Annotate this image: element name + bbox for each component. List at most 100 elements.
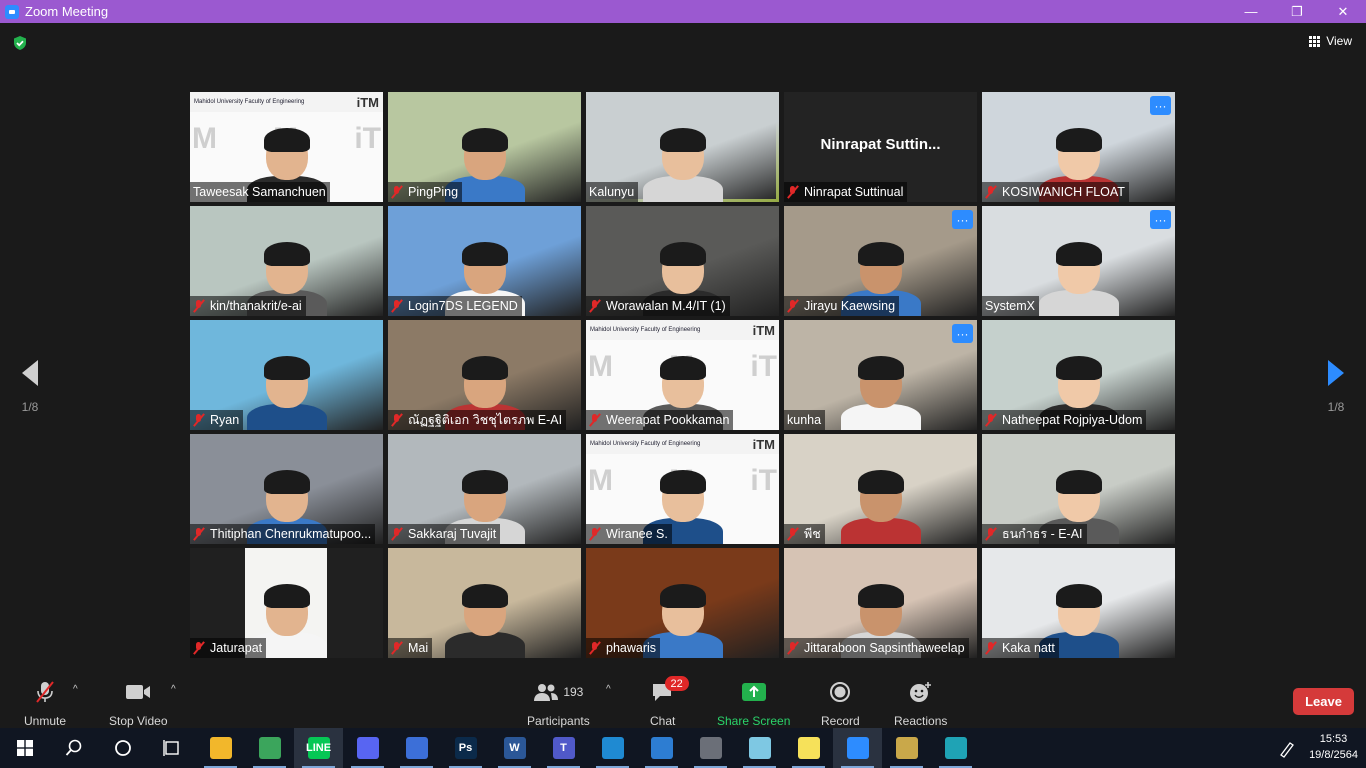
taskbar-app-button[interactable]: Ps [441, 728, 490, 768]
more-options-icon[interactable]: ··· [1150, 210, 1171, 229]
taskbar-app-button[interactable] [735, 728, 784, 768]
participant-name-label: Kaka natt [982, 638, 1059, 658]
taskbar-app-button[interactable] [245, 728, 294, 768]
participant-tile[interactable]: Mahidol University Faculty of Engineerin… [190, 92, 383, 202]
university-logo-text: Mahidol University Faculty of Engineerin… [194, 99, 305, 105]
taskbar-app-button[interactable]: W [490, 728, 539, 768]
participant-name: KOSIWANICH FLOAT [1002, 185, 1125, 199]
participant-tile[interactable]: ธนกำธร - E-AI [982, 434, 1175, 544]
todo-icon [405, 737, 428, 759]
participant-tile[interactable]: ··· SystemX [982, 206, 1175, 316]
task-view-button[interactable] [147, 728, 196, 768]
taskbar-app-button[interactable] [833, 728, 882, 768]
participants-label: Participants [527, 714, 590, 728]
microphone-muted-icon [391, 527, 403, 541]
participant-tile[interactable]: ··· KOSIWANICH FLOAT [982, 92, 1175, 202]
unmute-label: Unmute [24, 714, 67, 728]
taskbar-app-button[interactable] [196, 728, 245, 768]
participant-name-label: Weerapat Pookkaman [586, 410, 734, 430]
video-options-caret[interactable]: ^ [171, 684, 176, 695]
cortana-button[interactable] [98, 728, 147, 768]
participant-tile[interactable]: kin/thanakrit/e-ai [190, 206, 383, 316]
taskbar-clock[interactable]: 15:53 19/8/2564 [1309, 731, 1358, 763]
participant-tile[interactable]: ··· Jirayu Kaewsing [784, 206, 977, 316]
participant-tile[interactable]: Kaka natt [982, 548, 1175, 658]
participant-tile[interactable]: พีช [784, 434, 977, 544]
unmute-button[interactable]: Unmute [24, 680, 66, 728]
search-button[interactable] [49, 728, 98, 768]
minimize-button[interactable]: — [1228, 0, 1274, 23]
more-options-icon[interactable]: ··· [952, 210, 973, 229]
participant-tile[interactable]: Ninrapat Suttin... Ninrapat Suttinual [784, 92, 977, 202]
restore-button[interactable]: ❐ [1274, 0, 1320, 23]
taskbar-app-button[interactable] [392, 728, 441, 768]
microphone-muted-icon [985, 641, 997, 655]
cortana-circle-icon [114, 740, 131, 756]
chat-button[interactable]: 22 Chat [650, 676, 689, 728]
leave-button[interactable]: Leave [1293, 688, 1354, 715]
participant-tile[interactable]: Jaturapat [190, 548, 383, 658]
participant-tile[interactable]: Worawalan M.4/IT (1) [586, 206, 779, 316]
participant-name-label: Thitiphan Chenrukmatupoo... [190, 524, 376, 544]
microphone-muted-icon [787, 527, 799, 541]
participant-tile[interactable]: ณัฏฐฐิติเอก วิชชุไตรภพ E-AI [388, 320, 581, 430]
reactions-button[interactable]: Reactions [894, 680, 947, 728]
more-options-icon[interactable]: ··· [1150, 96, 1171, 115]
audio-options-caret[interactable]: ^ [73, 684, 78, 695]
taskbar-app-button[interactable] [931, 728, 980, 768]
participant-tile[interactable]: Mahidol University Faculty of Engineerin… [586, 434, 779, 544]
share-screen-icon [741, 683, 766, 701]
participant-tile[interactable]: Sakkaraj Tuvajit [388, 434, 581, 544]
participant-name: ธนกำธร - E-AI [1002, 527, 1083, 541]
video-grid: Mahidol University Faculty of Engineerin… [190, 92, 1175, 658]
participant-tile[interactable]: Login7DS LEGEND [388, 206, 581, 316]
start-button[interactable] [0, 728, 49, 768]
more-options-icon[interactable]: ··· [952, 324, 973, 343]
participant-tile[interactable]: ··· kunha [784, 320, 977, 430]
taskbar-app-button[interactable]: LINE [294, 728, 343, 768]
participant-tile[interactable]: Ryan [190, 320, 383, 430]
participant-tile[interactable]: phawaris [586, 548, 779, 658]
chat-label: Chat [650, 714, 676, 728]
taskbar-app-button[interactable] [588, 728, 637, 768]
record-button[interactable]: Record [821, 680, 860, 728]
close-button[interactable]: ✕ [1320, 0, 1366, 23]
view-button[interactable]: View [1309, 34, 1352, 48]
participant-tile[interactable]: PingPing [388, 92, 581, 202]
participant-figure [444, 580, 525, 658]
participants-options-caret[interactable]: ^ [606, 684, 611, 695]
participant-tile[interactable]: Jittaraboon Sapsinthaweelap [784, 548, 977, 658]
participant-name: Kalunyu [589, 185, 635, 199]
shield-check-icon[interactable] [12, 35, 28, 51]
participant-name-label: KOSIWANICH FLOAT [982, 182, 1129, 202]
previous-page-button[interactable]: 1/8 [15, 360, 45, 414]
stop-video-button[interactable]: Stop Video [109, 680, 168, 728]
university-logo-text: Mahidol University Faculty of Engineerin… [590, 327, 701, 333]
participant-name-label: Login7DS LEGEND [388, 296, 522, 316]
grid-view-icon [1309, 35, 1321, 47]
participant-tile[interactable]: Natheepat Rojpiya-Udom [982, 320, 1175, 430]
next-page-button[interactable]: 1/8 [1321, 360, 1351, 414]
taskbar-app-button[interactable] [686, 728, 735, 768]
word-icon: W [503, 737, 526, 759]
microphone-muted-icon [787, 185, 799, 199]
reactions-label: Reactions [894, 714, 948, 728]
microphone-muted-icon [589, 299, 601, 313]
taskbar-app-button[interactable]: T [539, 728, 588, 768]
participants-button[interactable]: 193 Participants [527, 680, 590, 728]
pen-workspace-icon[interactable] [1278, 740, 1296, 758]
taskbar-app-button[interactable] [784, 728, 833, 768]
taskbar-app-button[interactable] [343, 728, 392, 768]
share-screen-button[interactable]: Share Screen [717, 680, 790, 728]
participant-tile[interactable]: Kalunyu [586, 92, 779, 202]
participant-name-label: kin/thanakrit/e-ai [190, 296, 306, 316]
taskbar-app-button[interactable] [882, 728, 931, 768]
participant-name: Ninrapat Suttinual [804, 185, 904, 199]
participant-figure [1038, 238, 1119, 316]
participant-tile[interactable]: Thitiphan Chenrukmatupoo... [190, 434, 383, 544]
zoom-app-icon [5, 4, 19, 19]
taskbar-app-button[interactable] [637, 728, 686, 768]
participant-name: Login7DS LEGEND [408, 299, 518, 313]
participant-tile[interactable]: Mahidol University Faculty of Engineerin… [586, 320, 779, 430]
participant-tile[interactable]: Mai [388, 548, 581, 658]
